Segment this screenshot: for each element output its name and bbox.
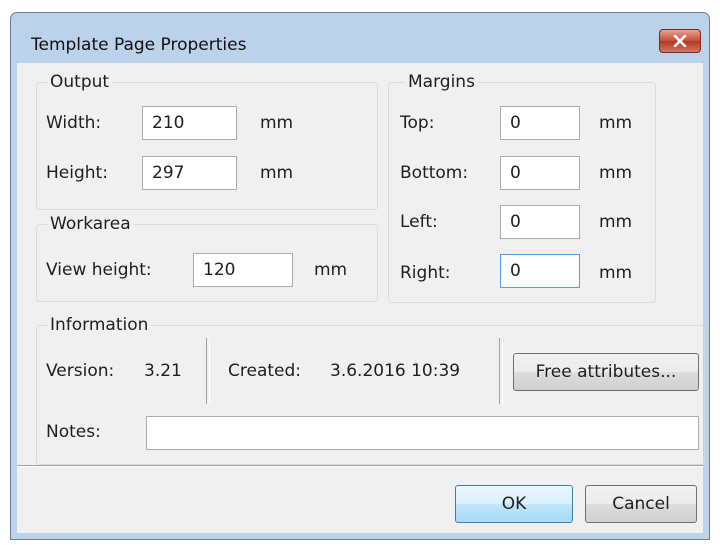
right-label: Right:: [400, 263, 451, 283]
view-height-input[interactable]: [193, 253, 293, 287]
info-separator-2: [499, 338, 503, 404]
version-value: 3.21: [144, 361, 182, 381]
ok-button[interactable]: OK: [455, 485, 573, 523]
bottom-label: Bottom:: [400, 163, 469, 183]
left-label: Left:: [400, 212, 438, 232]
view-height-unit: mm: [314, 260, 348, 280]
top-input[interactable]: [500, 106, 580, 140]
created-value: 3.6.2016 10:39: [330, 361, 461, 381]
right-input[interactable]: [500, 254, 580, 288]
cancel-button[interactable]: Cancel: [585, 485, 697, 523]
bottom-input[interactable]: [500, 156, 580, 190]
margins-legend: Margins: [405, 71, 478, 93]
close-button[interactable]: [659, 29, 701, 53]
left-unit: mm: [599, 212, 633, 232]
notes-input[interactable]: [146, 416, 699, 450]
width-input[interactable]: [142, 106, 237, 140]
output-legend: Output: [47, 71, 113, 93]
height-label: Height:: [46, 163, 108, 183]
template-page-properties-dialog: Template Page Properties Output Width: m…: [10, 12, 710, 540]
ok-label: OK: [501, 494, 527, 514]
created-label: Created:: [228, 361, 302, 381]
right-unit: mm: [599, 263, 633, 283]
height-unit: mm: [260, 163, 294, 183]
width-label: Width:: [46, 113, 102, 133]
view-height-label: View height:: [46, 260, 152, 280]
free-attributes-label: Free attributes...: [535, 362, 677, 382]
width-unit: mm: [260, 113, 294, 133]
output-group: Output: [36, 71, 378, 210]
top-label: Top:: [400, 113, 435, 133]
cancel-label: Cancel: [612, 494, 670, 514]
info-separator-1: [206, 338, 210, 404]
button-row-separator: [17, 465, 703, 467]
window-title: Template Page Properties: [31, 35, 247, 55]
close-x-icon: [673, 35, 687, 47]
notes-label: Notes:: [46, 422, 101, 442]
title-bar[interactable]: Template Page Properties: [11, 13, 709, 63]
dialog-client-area: Output Width: mm Height: mm Workarea Vie…: [17, 63, 705, 533]
bottom-unit: mm: [599, 163, 633, 183]
free-attributes-button[interactable]: Free attributes...: [513, 353, 699, 391]
workarea-legend: Workarea: [47, 213, 134, 235]
left-input[interactable]: [500, 205, 580, 239]
information-legend: Information: [47, 314, 152, 336]
top-unit: mm: [599, 113, 633, 133]
height-input[interactable]: [142, 156, 237, 190]
version-label: Version:: [46, 361, 115, 381]
